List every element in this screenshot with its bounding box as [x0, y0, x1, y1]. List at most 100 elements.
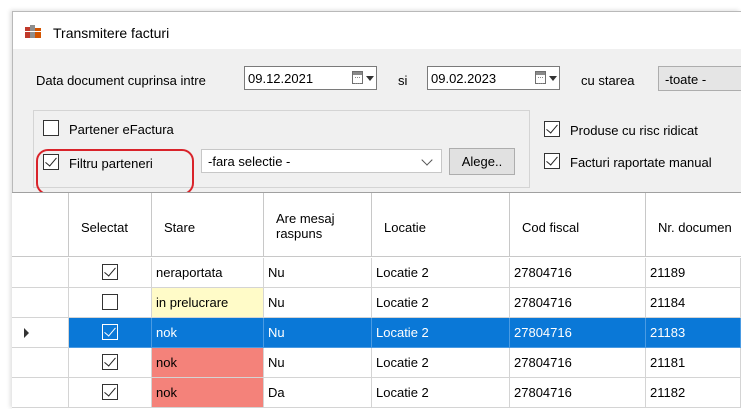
cell-text: Nu [268, 325, 285, 340]
cell-text: 21189 [650, 265, 686, 280]
grid-header: Selectat Stare Are mesaj raspuns Locatie… [12, 193, 741, 257]
column-header-mesaj[interactable]: Are mesaj raspuns [264, 193, 372, 257]
cell-selectat[interactable] [69, 288, 152, 318]
cell-stare[interactable]: neraportata [152, 258, 264, 288]
cell-text: Nu [268, 295, 285, 310]
cell-cod-fiscal[interactable]: 27804716 [510, 258, 646, 288]
table-row[interactable]: neraportata Nu Locatie 2 27804716 21189 [12, 258, 741, 288]
cell-mesaj[interactable]: Nu [264, 258, 372, 288]
cell-nr-doc[interactable]: 21181 [646, 348, 741, 378]
cell-locatie[interactable]: Locatie 2 [372, 318, 510, 348]
table-row[interactable]: in prelucrare Nu Locatie 2 27804716 21184 [12, 288, 741, 318]
date-to-picker[interactable]: 09.02.2023 [427, 66, 560, 90]
calendar-dropdown-icon[interactable] [533, 70, 557, 86]
invoices-grid[interactable]: Selectat Stare Are mesaj raspuns Locatie… [12, 192, 741, 409]
cell-cod-fiscal[interactable]: 27804716 [510, 348, 646, 378]
produse-risc-checkbox[interactable] [544, 121, 560, 137]
cell-mesaj[interactable]: Da [264, 378, 372, 408]
cell-text: nok [156, 325, 177, 340]
cell-text: 27804716 [514, 265, 572, 280]
cell-locatie[interactable]: Locatie 2 [372, 378, 510, 408]
column-header-selectat[interactable]: Selectat [69, 193, 152, 257]
facturi-raportate-checkbox[interactable] [544, 153, 560, 169]
column-header-nr-document[interactable]: Nr. documen [646, 193, 741, 257]
cell-selectat[interactable] [69, 318, 152, 348]
cell-text: nok [156, 355, 177, 370]
partner-select[interactable]: -fara selectie - [201, 149, 442, 173]
cell-locatie[interactable]: Locatie 2 [372, 348, 510, 378]
current-row-arrow-icon [24, 328, 29, 338]
window-title: Transmitere facturi [53, 25, 170, 41]
date-from-picker[interactable]: 09.12.2021 [244, 66, 377, 90]
cell-cod-fiscal[interactable]: 27804716 [510, 378, 646, 408]
highlight-annotation [36, 149, 194, 195]
cell-locatie[interactable]: Locatie 2 [372, 258, 510, 288]
date-from-value: 09.12.2021 [248, 71, 314, 86]
column-header-stare[interactable]: Stare [152, 193, 264, 257]
choose-partners-button[interactable]: Alege.. [449, 148, 515, 175]
state-select-value: -toate - [665, 72, 707, 87]
partener-efactura-label: Partener eFactura [69, 122, 174, 137]
date-range-label: Data document cuprinsa intre [36, 73, 206, 88]
partner-select-value: -fara selectie - [208, 154, 291, 169]
cell-stare[interactable]: nok [152, 318, 264, 348]
row-header[interactable] [12, 288, 69, 318]
state-select[interactable]: -toate - [658, 66, 741, 91]
table-row[interactable]: nok Da Locatie 2 27804716 21182 [12, 378, 741, 408]
column-header-cod-fiscal[interactable]: Cod fiscal [510, 193, 646, 257]
cell-mesaj[interactable]: Nu [264, 318, 372, 348]
cell-text: Locatie 2 [376, 355, 429, 370]
row-select-checkbox[interactable] [102, 294, 118, 310]
cell-text: Locatie 2 [376, 385, 429, 400]
invoice-app-icon [25, 25, 41, 38]
cell-selectat[interactable] [69, 258, 152, 288]
cell-text: 27804716 [514, 325, 572, 340]
row-header[interactable] [12, 318, 69, 348]
cell-text: 27804716 [514, 295, 572, 310]
cell-text: 21183 [650, 325, 686, 340]
row-header-corner [12, 193, 69, 257]
produse-risc-label: Produse cu risc ridicat [570, 123, 698, 138]
cell-text: neraportata [156, 265, 223, 280]
and-label: si [398, 73, 408, 88]
row-header[interactable] [12, 348, 69, 378]
choose-button-label: Alege.. [461, 154, 503, 169]
table-row[interactable]: nok Nu Locatie 2 27804716 21183 [12, 318, 741, 348]
row-select-checkbox[interactable] [102, 384, 118, 400]
cell-stare[interactable]: in prelucrare [152, 288, 264, 318]
cell-nr-doc[interactable]: 21189 [646, 258, 741, 288]
title-bar[interactable]: Transmitere facturi [13, 12, 741, 49]
cell-selectat[interactable] [69, 378, 152, 408]
cell-nr-doc[interactable]: 21184 [646, 288, 741, 318]
facturi-raportate-label: Facturi raportate manual [570, 155, 712, 170]
partener-efactura-checkbox[interactable] [43, 120, 59, 136]
date-to-value: 09.02.2023 [431, 71, 497, 86]
cell-text: Nu [268, 355, 285, 370]
cell-cod-fiscal[interactable]: 27804716 [510, 318, 646, 348]
cell-text: Locatie 2 [376, 265, 429, 280]
cell-mesaj[interactable]: Nu [264, 288, 372, 318]
row-header[interactable] [12, 258, 69, 288]
cell-text: Locatie 2 [376, 325, 429, 340]
row-select-checkbox[interactable] [102, 264, 118, 280]
cell-nr-doc[interactable]: 21182 [646, 378, 741, 408]
cell-mesaj[interactable]: Nu [264, 348, 372, 378]
cell-text: Locatie 2 [376, 295, 429, 310]
cell-text: 21181 [650, 355, 686, 370]
row-header[interactable] [12, 378, 69, 408]
cell-stare[interactable]: nok [152, 378, 264, 408]
cell-selectat[interactable] [69, 348, 152, 378]
table-row[interactable]: nok Nu Locatie 2 27804716 21181 [12, 348, 741, 378]
cell-locatie[interactable]: Locatie 2 [372, 288, 510, 318]
calendar-dropdown-icon[interactable] [350, 70, 374, 86]
cell-cod-fiscal[interactable]: 27804716 [510, 288, 646, 318]
cell-stare[interactable]: nok [152, 348, 264, 378]
cell-nr-doc[interactable]: 21183 [646, 318, 741, 348]
row-select-checkbox[interactable] [102, 354, 118, 370]
cell-text: in prelucrare [156, 295, 229, 310]
row-select-checkbox[interactable] [102, 324, 118, 340]
cell-text: 27804716 [514, 385, 572, 400]
column-header-locatie[interactable]: Locatie [372, 193, 510, 257]
chevron-down-icon [421, 154, 433, 166]
state-label: cu starea [581, 73, 635, 88]
